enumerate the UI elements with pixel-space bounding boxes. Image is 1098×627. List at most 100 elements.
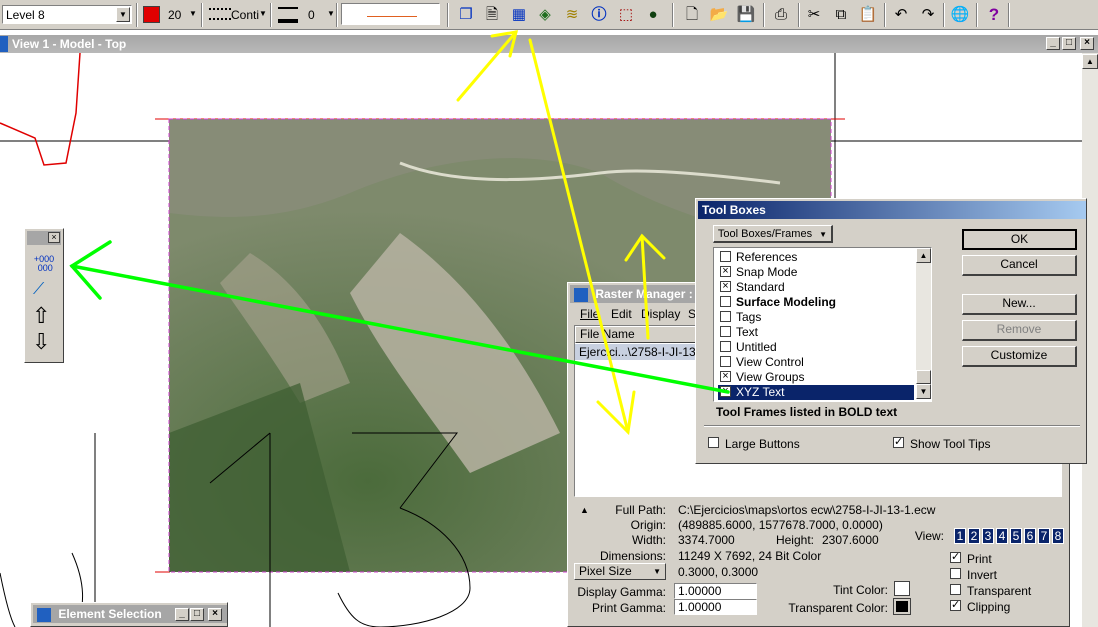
view-number-button[interactable]: 4	[996, 528, 1008, 544]
show-tool-tips-option[interactable]: ✓ Show Tool Tips	[893, 437, 1003, 451]
tool-box-list-item[interactable]: × XYZ Text	[718, 385, 914, 400]
chevron-down-icon[interactable]: ▼	[189, 9, 197, 18]
cancel-button[interactable]: Cancel	[962, 255, 1077, 276]
line-style-value[interactable]: Conti	[231, 8, 259, 22]
redo-icon[interactable]: ↷	[917, 4, 939, 26]
tool-box-list[interactable]: References × Snap Mode × Standard Surface Mod…	[713, 247, 932, 402]
info-icon[interactable]: ⓘ	[588, 4, 610, 26]
ok-button[interactable]: OK	[962, 229, 1077, 250]
menu-edit[interactable]: Edit	[611, 307, 632, 321]
close-button[interactable]: ×	[1080, 37, 1094, 50]
tool-box-checkbox[interactable]: ×	[720, 281, 731, 292]
raster-option[interactable]: Transparent	[950, 584, 1060, 598]
arrow-up-icon[interactable]: ⇧	[32, 303, 50, 329]
minimize-button[interactable]: _	[175, 608, 189, 621]
xyz-text-tool[interactable]: +000 000	[31, 255, 57, 273]
tool-box-list-item[interactable]: Untitled	[718, 340, 914, 355]
window-icon[interactable]: ❐	[455, 4, 477, 26]
render-sphere-icon[interactable]: ●	[642, 4, 664, 26]
level-select[interactable]: Level 8 ▼	[2, 5, 132, 24]
tool-box-checkbox[interactable]: ×	[720, 266, 731, 277]
raster-option[interactable]: ✓ Clipping	[950, 600, 1060, 614]
new-file-icon[interactable]: 🗋	[681, 4, 703, 26]
large-buttons-option[interactable]: Large Buttons	[708, 437, 808, 451]
line-weight-value[interactable]: 0	[308, 8, 315, 22]
globe-icon[interactable]: 🌐	[949, 4, 971, 26]
view-number-button[interactable]: 6	[1024, 528, 1036, 544]
line-tool-icon[interactable]: ⟋	[33, 281, 44, 299]
color-swatch[interactable]	[143, 6, 160, 23]
cut-icon[interactable]: ✂	[803, 4, 825, 26]
tool-box-list-item[interactable]: × View Groups	[718, 370, 914, 385]
view-number-button[interactable]: 5	[1010, 528, 1022, 544]
table-grid-icon[interactable]: ▦	[508, 4, 530, 26]
element-selection-window[interactable]: Element Selection _ □ ×	[30, 602, 228, 627]
tool-box-checkbox[interactable]: ×	[720, 386, 731, 397]
levels-icon[interactable]: ≋	[561, 4, 583, 26]
menu-display[interactable]: Display	[641, 307, 680, 321]
chevron-down-icon[interactable]: ▼	[116, 7, 130, 22]
scroll-down-button[interactable]: ▼	[916, 384, 931, 399]
save-icon[interactable]: 💾	[735, 4, 757, 26]
tool-box-checkbox[interactable]	[720, 311, 731, 322]
column-header-file-name[interactable]: File Name	[575, 326, 705, 343]
minimize-button[interactable]: _	[1046, 37, 1060, 50]
raster-layers-icon[interactable]: ◈	[534, 4, 556, 26]
tool-boxes-dialog[interactable]: Tool Boxes Tool Boxes/Frames ▼ Reference…	[695, 198, 1087, 464]
tint-color-swatch[interactable]	[894, 581, 910, 596]
maximize-button[interactable]: □	[190, 608, 204, 621]
menu-file[interactable]: File	[580, 307, 599, 321]
paste-icon[interactable]: 📋	[857, 4, 879, 26]
tool-boxes-frames-dropdown[interactable]: Tool Boxes/Frames ▼	[713, 225, 833, 243]
pixel-size-select[interactable]: Pixel Size ▼	[574, 563, 666, 580]
tool-box-checkbox[interactable]	[720, 356, 731, 367]
view-title-bar[interactable]: View 1 - Model - Top _ □ ×	[0, 35, 1098, 53]
tool-box-list-item[interactable]: Tags	[718, 310, 914, 325]
scroll-up-button[interactable]: ▲	[916, 248, 931, 263]
maximize-button[interactable]: □	[1062, 37, 1076, 50]
view-number-button[interactable]: 1	[954, 528, 966, 544]
tool-box-checkbox[interactable]: ×	[720, 371, 731, 382]
undo-icon[interactable]: ↶	[890, 4, 912, 26]
raster-option[interactable]: Invert	[950, 568, 1060, 582]
tool-box-checkbox[interactable]	[720, 296, 731, 307]
remove-button[interactable]: Remove	[962, 320, 1077, 341]
chevron-down-icon[interactable]: ▼	[259, 9, 267, 18]
tool-box-list-item[interactable]: × Snap Mode	[718, 265, 914, 280]
tool-box-list-item[interactable]: References	[718, 250, 914, 265]
view-number-button[interactable]: 3	[982, 528, 994, 544]
help-icon[interactable]: ?	[983, 4, 1005, 26]
print-gamma-input[interactable]: 1.00000	[674, 599, 757, 615]
raster-option-checkbox[interactable]	[950, 568, 961, 579]
chevron-down-icon[interactable]: ▼	[327, 9, 335, 18]
new-button[interactable]: New...	[962, 294, 1077, 315]
toolbox-title-bar[interactable]: ×	[27, 231, 61, 245]
transparent-color-swatch[interactable]	[893, 598, 911, 615]
view-number-button[interactable]: 7	[1038, 528, 1050, 544]
copy-icon[interactable]: ⧉	[830, 4, 852, 26]
view-number-button[interactable]: 8	[1052, 528, 1064, 544]
active-line-preview[interactable]	[341, 3, 440, 25]
display-gamma-input[interactable]: 1.00000	[674, 583, 757, 599]
close-button[interactable]: ×	[208, 608, 222, 621]
raster-option-checkbox[interactable]: ✓	[950, 552, 961, 563]
xyz-text-toolbox[interactable]: × +000 000 ⟋ ⇧ ⇩	[24, 228, 64, 363]
tool-box-list-item[interactable]: × Standard	[718, 280, 914, 295]
tool-boxes-title-bar[interactable]: Tool Boxes	[698, 201, 1086, 219]
raster-option-checkbox[interactable]: ✓	[950, 600, 961, 611]
list-scrollbar[interactable]: ▲ ▼	[916, 248, 931, 399]
customize-button[interactable]: Customize	[962, 346, 1077, 367]
tool-box-checkbox[interactable]	[720, 326, 731, 337]
open-folder-icon[interactable]: 📂	[708, 4, 730, 26]
raster-option-checkbox[interactable]	[950, 584, 961, 595]
tool-box-list-item[interactable]: Text	[718, 325, 914, 340]
arrow-down-icon[interactable]: ⇩	[32, 329, 50, 355]
tool-box-checkbox[interactable]	[720, 341, 731, 352]
document-icon[interactable]: 🗎	[481, 4, 503, 26]
scroll-thumb[interactable]	[916, 370, 931, 384]
raster-option[interactable]: ✓ Print	[950, 552, 1060, 566]
tool-box-checkbox[interactable]	[720, 251, 731, 262]
fence-icon[interactable]: ⬚	[615, 4, 637, 26]
tool-box-list-item[interactable]: Surface Modeling	[718, 295, 914, 310]
raster-file-row[interactable]: Ejercici...\2758-I-JI-13-1.	[575, 344, 705, 360]
